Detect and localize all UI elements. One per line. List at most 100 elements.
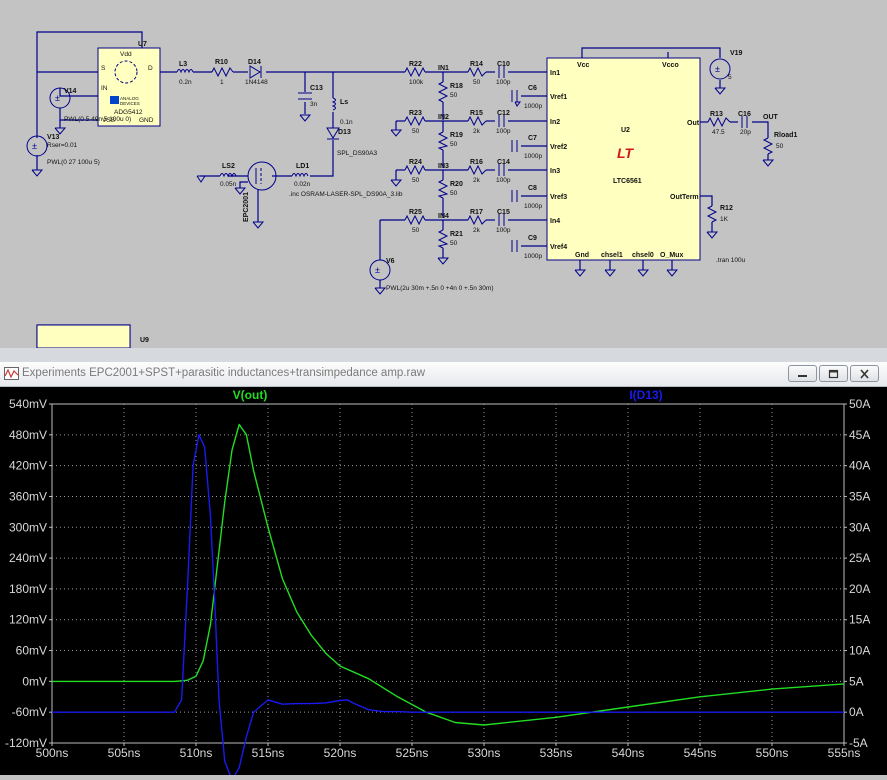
r16-ref: R16 (470, 159, 483, 166)
r13-resistor[interactable] (707, 116, 731, 128)
x-tick-label: 520ns (324, 746, 357, 760)
legend-id13[interactable]: I(D13) (629, 388, 662, 402)
c7-ref: C7 (528, 135, 537, 142)
y-tick-label-left: 0mV (22, 674, 47, 688)
y-tick-label-left: -120mV (5, 736, 47, 750)
v13-source[interactable] (26, 135, 48, 157)
schematic-drawing[interactable]: U7 Vdd S D IN GND VSS ANALOG DEVICES ADG… (0, 0, 887, 348)
c10-ref: C10 (497, 61, 510, 68)
ld1-ref: LD1 (296, 163, 309, 170)
window-title: Experiments EPC2001+SPST+parasitic induc… (22, 367, 426, 379)
series (52, 423, 845, 780)
r16-value: 2k (473, 177, 481, 184)
tran-directive[interactable]: .tran 100u (716, 257, 746, 264)
x-tick-label: 540ns (612, 746, 645, 760)
u2-pin-vcc: Vcc (577, 62, 590, 69)
plus-minus-icon: ± (32, 141, 37, 151)
r21-resistor (437, 229, 449, 249)
d13-ref: D13 (338, 129, 351, 136)
v19-ref: V19 (730, 50, 743, 57)
series-line-id13[interactable] (52, 434, 844, 780)
series-line-vout[interactable] (52, 423, 845, 726)
r24-resistor (404, 164, 426, 176)
legend-vout[interactable]: V(out) (233, 388, 268, 402)
d14-diode[interactable] (249, 65, 261, 79)
v13-rser: Rser=0.01 (47, 142, 78, 149)
r15-value: 2k (473, 128, 481, 135)
minimize-button[interactable] (788, 365, 817, 382)
c14-ref: C14 (497, 159, 510, 166)
r23-resistor (404, 115, 426, 127)
r19-value: 50 (450, 141, 458, 148)
include-directive[interactable]: .inc OSRAM-LASER-SPL_DS90A_3.lib (289, 191, 403, 198)
epc2001-fet[interactable] (247, 161, 277, 191)
r10-value: 1 (220, 79, 224, 86)
u7-pin-s: S (101, 65, 106, 72)
r18-ref: R18 (450, 83, 463, 90)
r14-value: 50 (473, 79, 481, 86)
y-tick-label-right: 25A (849, 551, 870, 565)
y-tick-label-left: 120mV (9, 613, 47, 627)
u2-pin-vref2: Vref2 (550, 144, 567, 151)
window-titlebar[interactable]: Experiments EPC2001+SPST+parasitic induc… (0, 362, 887, 387)
ground-icon (299, 114, 312, 122)
d14-value: 1N4148 (245, 79, 268, 86)
c15-ref: C15 (497, 209, 510, 216)
c9-ref: C9 (528, 235, 537, 242)
ls-value: 0.1n (340, 119, 353, 126)
rload1-resistor[interactable] (762, 137, 774, 155)
r23-ref: R23 (409, 110, 422, 117)
y-tick-label-left: 480mV (9, 428, 47, 442)
v6-ref: V6 (386, 258, 395, 265)
r10-resistor[interactable] (211, 66, 234, 78)
c6-value: 1000p (524, 103, 542, 110)
input-resistors[interactable] (404, 66, 487, 249)
ld1-inductor[interactable] (291, 173, 309, 178)
schematic-canvas[interactable]: U7 Vdd S D IN GND VSS ANALOG DEVICES ADG… (0, 0, 887, 348)
u7-brand-2: DEVICES (120, 101, 140, 106)
d13-value: SPL_DS90A3 (337, 150, 377, 157)
v19-source[interactable] (709, 58, 731, 80)
y-tick-label-left: 60mV (16, 644, 47, 658)
u9-body[interactable] (36, 324, 131, 348)
y-tick-label-left: 240mV (9, 551, 47, 565)
ls-ref: Ls (340, 99, 348, 106)
c12-ref: C12 (497, 110, 510, 117)
r12-resistor[interactable] (706, 205, 718, 223)
r10-ref: R10 (215, 59, 228, 66)
c6-ref: C6 (528, 85, 537, 92)
net-in1: IN1 (438, 65, 449, 72)
u2-pin-outterm: OutTerm (670, 194, 699, 201)
c7-value: 1000p (524, 153, 542, 160)
u7-pin-d: D (148, 65, 153, 72)
r19-ref: R19 (450, 132, 463, 139)
r18-resistor (437, 81, 449, 103)
y-tick-label-right: 30A (849, 520, 870, 534)
ground-icon (706, 231, 719, 239)
restore-button[interactable] (819, 365, 848, 382)
r23-value: 50 (412, 128, 420, 135)
r12-value: 1K (720, 216, 729, 223)
u2-part: LTC6561 (613, 178, 642, 185)
vref-caps[interactable] (511, 90, 518, 252)
waveform-window[interactable]: Experiments EPC2001+SPST+parasitic induc… (0, 362, 887, 780)
c16-value: 20p (740, 129, 751, 136)
r13-value: 47.5 (712, 129, 725, 136)
u2-pin-in4: In4 (550, 218, 560, 225)
x-tick-label: 535ns (540, 746, 573, 760)
series-caps[interactable] (498, 66, 505, 226)
c12-value: 100p (496, 128, 511, 135)
plot-frame (51, 403, 845, 744)
ls-inductor[interactable] (331, 97, 336, 111)
y-tick-label-left: 360mV (9, 489, 47, 503)
c8-ref: C8 (528, 185, 537, 192)
l3-inductor[interactable] (176, 69, 194, 74)
rload1-value: 50 (776, 143, 784, 150)
close-button[interactable] (850, 365, 879, 382)
c9-value: 1000p (524, 253, 542, 260)
ls2-ref: LS2 (222, 163, 235, 170)
waveform-chart[interactable]: 500ns 505ns 510ns 515ns 520ns 525ns 530ns 535ns… (0, 387, 887, 780)
waveform-plot[interactable]: 500ns 505ns 510ns 515ns 520ns 525ns 530ns 535ns… (0, 387, 887, 780)
x-tick-label: 515ns (252, 746, 285, 760)
x-tick-label: 545ns (684, 746, 717, 760)
